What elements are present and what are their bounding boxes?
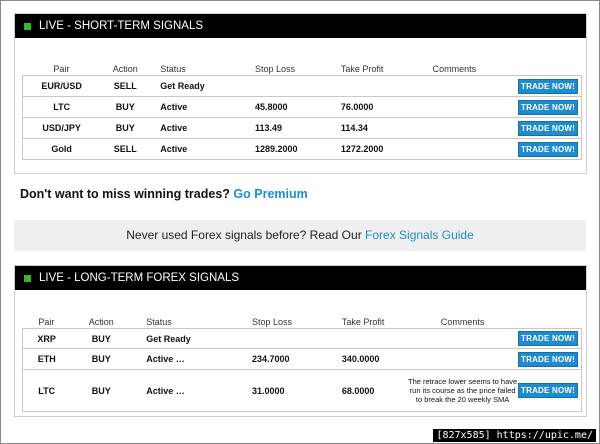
col-pair-header: Pair <box>53 63 70 74</box>
action-cell: SELL <box>100 75 151 97</box>
comment-cell <box>430 96 518 118</box>
table-row: EUR/USD SELL Get Ready TRADE NOW! <box>22 75 583 97</box>
trade-now-button[interactable]: TRADE NOW! <box>518 351 578 367</box>
col-take-profit-header: Take Profit <box>341 316 385 327</box>
col-status-header: Status <box>160 63 186 74</box>
long-term-panel-title: LIVE - LONG-TERM FOREX SIGNALS <box>39 272 240 284</box>
comment-cell <box>430 138 518 160</box>
forex-guide-banner: Never used Forex signals before? Read Ou… <box>14 220 586 251</box>
status-cell: Active <box>150 117 235 139</box>
pair-cell: Gold <box>22 138 101 160</box>
take-profit-cell: 76.0000 <box>320 96 431 118</box>
trade-now-button[interactable]: TRADE NOW! <box>518 120 578 136</box>
status-cell: Active … <box>132 348 222 370</box>
action-cell: BUY <box>100 117 151 139</box>
trade-now-button[interactable]: TRADE NOW! <box>518 331 578 346</box>
pair-cell: LTC <box>22 369 71 412</box>
action-cell: BUY <box>70 348 133 370</box>
take-profit-cell: 114.34 <box>320 117 431 139</box>
trade-now-button[interactable]: TRADE NOW! <box>518 141 578 157</box>
col-take-profit-header: Take Profit <box>340 63 384 74</box>
status-cell: Active <box>150 96 235 118</box>
col-comments-header: Comments <box>432 63 477 74</box>
stop-loss-cell: 113.49 <box>234 117 321 139</box>
status-cell: Get Ready <box>132 328 222 349</box>
trade-now-button[interactable]: TRADE NOW! <box>518 78 578 94</box>
stop-loss-cell <box>234 75 321 97</box>
take-profit-cell: 1272.2000 <box>320 138 431 160</box>
table-header-row: Pair Action Status Stop Loss Take Profit… <box>23 315 582 329</box>
pair-cell: USD/JPY <box>22 117 101 139</box>
table-row: USD/JPY BUY Active 113.49 114.34 TRADE N… <box>22 117 583 139</box>
take-profit-cell: 340.0000 <box>311 348 408 370</box>
go-premium-line: Don't want to miss winning trades? Go Pr… <box>20 187 308 201</box>
short-term-signals-table: Pair Action Status Stop Loss Take Profit… <box>22 62 583 160</box>
action-cell: BUY <box>70 328 133 349</box>
take-profit-cell <box>320 75 431 97</box>
take-profit-cell <box>311 328 408 349</box>
stop-loss-cell: 31.0000 <box>221 369 312 412</box>
col-status-header: Status <box>146 316 172 327</box>
status-cell: Get Ready <box>150 75 235 97</box>
trade-now-button[interactable]: TRADE NOW! <box>518 383 578 398</box>
stop-loss-cell: 45.8000 <box>234 96 321 118</box>
pair-cell: ETH <box>22 348 71 370</box>
table-header-row: Pair Action Status Stop Loss Take Profit… <box>23 62 582 76</box>
col-stop-loss-header: Stop Loss <box>251 316 293 327</box>
table-row: XRP BUY Get Ready TRADE NOW! <box>22 328 583 349</box>
action-cell: BUY <box>70 369 133 412</box>
go-premium-link[interactable]: Go Premium <box>233 187 307 201</box>
image-host-watermark: [827x585] https://upic.me/ <box>433 429 596 442</box>
live-square-icon <box>24 22 31 30</box>
table-row: LTC BUY Active 45.8000 76.0000 TRADE NOW… <box>22 96 583 118</box>
col-action-header: Action <box>88 316 114 327</box>
col-stop-loss-header: Stop Loss <box>254 63 296 74</box>
take-profit-cell: 68.0000 <box>311 369 408 412</box>
long-term-panel-header: LIVE - LONG-TERM FOREX SIGNALS <box>15 266 586 290</box>
table-row: LTC BUY Active … 31.0000 68.0000 The ret… <box>22 369 583 412</box>
stop-loss-cell <box>221 328 312 349</box>
forex-signals-guide-link[interactable]: Forex Signals Guide <box>365 228 474 242</box>
comment-cell <box>407 328 518 349</box>
trade-now-button[interactable]: TRADE NOW! <box>518 99 578 115</box>
comment-cell <box>430 117 518 139</box>
pair-cell: EUR/USD <box>22 75 101 97</box>
banner-text: Never used Forex signals before? Read Ou… <box>126 228 362 242</box>
pair-cell: LTC <box>22 96 101 118</box>
col-action-header: Action <box>112 63 138 74</box>
action-cell: SELL <box>100 138 151 160</box>
premium-prompt-text: Don't want to miss winning trades? <box>20 187 230 201</box>
comment-cell <box>430 75 518 97</box>
col-comments-header: Comments <box>440 316 485 327</box>
pair-cell: XRP <box>22 328 71 349</box>
col-pair-header: Pair <box>38 316 55 327</box>
action-cell: BUY <box>100 96 151 118</box>
short-term-panel-title: LIVE - SHORT-TERM SIGNALS <box>39 20 204 32</box>
status-cell: Active <box>150 138 235 160</box>
short-term-panel-header: LIVE - SHORT-TERM SIGNALS <box>15 14 586 38</box>
comment-cell <box>407 348 518 370</box>
comment-cell: The retrace lower seems to have run its … <box>407 369 518 412</box>
live-square-icon <box>24 274 31 282</box>
stop-loss-cell: 234.7000 <box>221 348 312 370</box>
table-row: Gold SELL Active 1289.2000 1272.2000 TRA… <box>22 138 583 160</box>
long-term-signals-table: Pair Action Status Stop Loss Take Profit… <box>22 315 583 412</box>
table-row: ETH BUY Active … 234.7000 340.0000 TRADE… <box>22 348 583 370</box>
stop-loss-cell: 1289.2000 <box>234 138 321 160</box>
status-cell: Active … <box>132 369 222 412</box>
